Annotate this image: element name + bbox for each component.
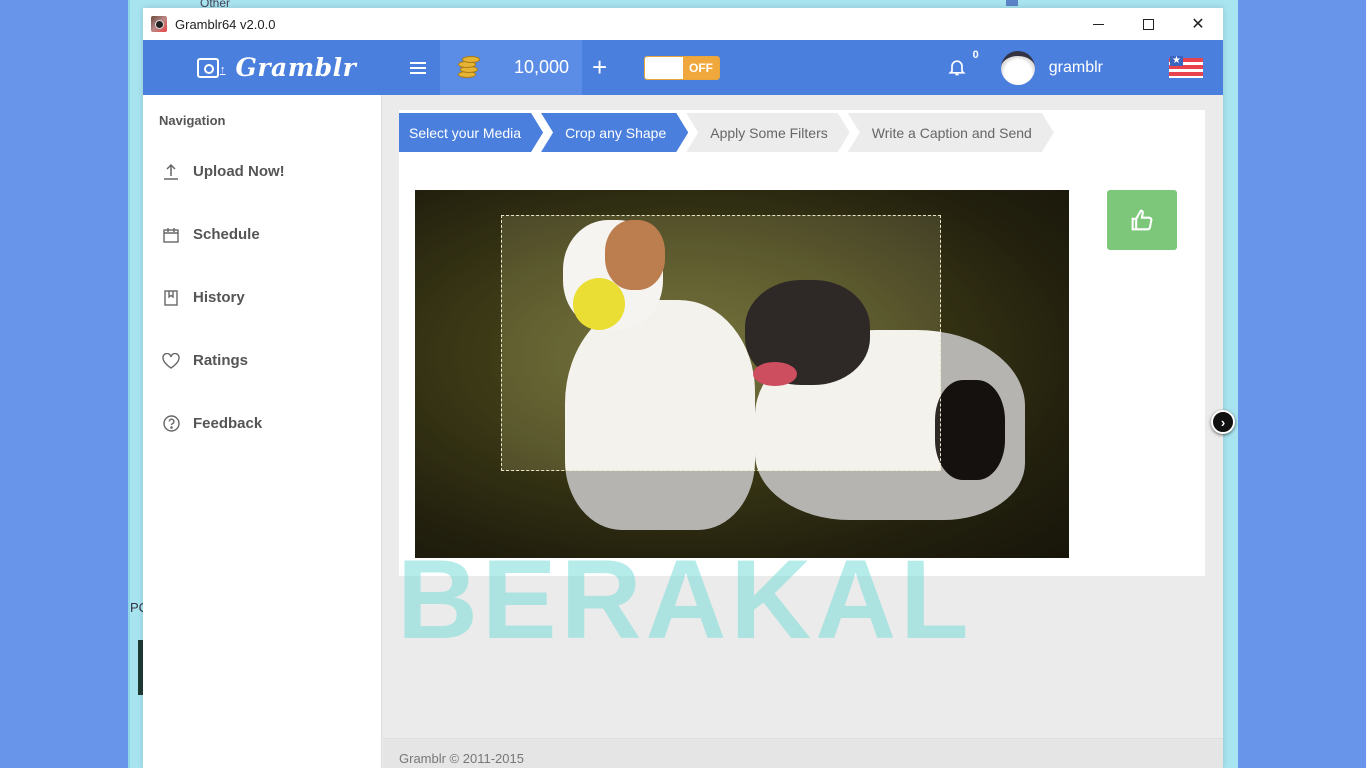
- coins-icon: [456, 55, 480, 80]
- title-bar: Gramblr64 v2.0.0 ✕: [143, 8, 1223, 40]
- auto-toggle[interactable]: OFF: [644, 55, 720, 80]
- add-coins-button[interactable]: +: [592, 52, 622, 83]
- menu-button[interactable]: [395, 40, 440, 95]
- footer: Gramblr © 2011-2015: [383, 738, 1223, 768]
- confirm-crop-button[interactable]: [1107, 190, 1177, 250]
- editor-card: Select your Media Crop any Shape Apply S…: [399, 110, 1235, 576]
- window-title: Gramblr64 v2.0.0: [175, 16, 276, 32]
- step-caption-send[interactable]: Write a Caption and Send: [848, 113, 1054, 152]
- sidebar-item-history[interactable]: History: [143, 266, 381, 329]
- next-step-button[interactable]: ›: [1211, 410, 1235, 434]
- close-button[interactable]: ✕: [1173, 8, 1223, 40]
- close-icon: ✕: [1191, 16, 1205, 33]
- toggle-knob: [645, 56, 683, 79]
- minimize-button[interactable]: [1073, 8, 1123, 40]
- app-window: Gramblr64 v2.0.0 ✕ ↑ Gramblr 10,000 + OF…: [143, 8, 1235, 768]
- maximize-button[interactable]: [1123, 8, 1173, 40]
- upload-arrow-icon: ↑: [220, 63, 226, 76]
- coin: [462, 55, 480, 63]
- bell-icon: [948, 59, 966, 75]
- sidebar: Navigation Upload Now! Schedule History: [143, 95, 382, 768]
- hamburger-icon-line: [409, 71, 426, 74]
- main-content: Select your Media Crop any Shape Apply S…: [383, 95, 1235, 768]
- heart-icon: [161, 351, 181, 371]
- sidebar-item-feedback[interactable]: Feedback: [143, 392, 381, 455]
- hamburger-icon-line: [409, 66, 426, 69]
- coins-display: 10,000: [440, 40, 582, 95]
- sidebar-nav: Upload Now! Schedule History Ratings Fee…: [143, 140, 381, 455]
- step-crop-shape[interactable]: Crop any Shape: [541, 113, 688, 152]
- wizard-steps: Select your Media Crop any Shape Apply S…: [399, 113, 1052, 152]
- window-controls: ✕: [1073, 8, 1223, 40]
- sidebar-item-ratings[interactable]: Ratings: [143, 329, 381, 392]
- username[interactable]: gramblr: [1049, 59, 1103, 77]
- background-scrollbar: [1006, 0, 1018, 6]
- notifications-button[interactable]: 0: [947, 49, 979, 79]
- step-apply-filters[interactable]: Apply Some Filters: [686, 113, 849, 152]
- notifications-badge: 0: [972, 48, 979, 61]
- sidebar-title: Navigation: [159, 113, 226, 128]
- instagram-upload-icon: [197, 57, 219, 78]
- sidebar-item-label: Upload Now!: [193, 163, 285, 180]
- media-preview[interactable]: [415, 190, 1069, 558]
- maximize-icon: [1142, 18, 1154, 30]
- sidebar-item-label: Ratings: [193, 352, 249, 369]
- avatar[interactable]: [1000, 50, 1035, 85]
- sidebar-item-schedule[interactable]: Schedule: [143, 203, 381, 266]
- header-right: 0 gramblr: [947, 40, 1223, 95]
- toggle-state-label: OFF: [683, 56, 719, 79]
- brand-name: Gramblr: [235, 53, 357, 82]
- us-flag-icon[interactable]: [1169, 55, 1203, 78]
- coins-balance: 10,000: [514, 57, 570, 77]
- calendar-icon: [161, 225, 181, 245]
- brand-logo[interactable]: ↑ Gramblr: [197, 53, 395, 82]
- sidebar-item-label: Feedback: [193, 415, 263, 432]
- chevron-right-icon: ›: [1220, 414, 1226, 430]
- hamburger-icon: [409, 61, 426, 64]
- sidebar-item-label: Schedule: [193, 226, 260, 243]
- sidebar-item-label: History: [193, 289, 245, 306]
- minimize-icon: [1092, 23, 1104, 25]
- crop-selection[interactable]: [501, 215, 941, 471]
- copyright: Gramblr © 2011-2015: [399, 751, 524, 766]
- app-icon: [151, 16, 167, 32]
- upload-icon: [161, 162, 181, 182]
- bookmark-icon: [161, 288, 181, 308]
- sidebar-item-upload[interactable]: Upload Now!: [143, 140, 381, 203]
- photo-dog-right-patch: [935, 380, 1005, 480]
- thumbs-up-icon: [1131, 209, 1153, 231]
- app-header: ↑ Gramblr 10,000 + OFF 0 gramblr ★: [143, 40, 1223, 95]
- step-select-media[interactable]: Select your Media: [399, 113, 543, 152]
- help-circle-icon: [161, 414, 181, 434]
